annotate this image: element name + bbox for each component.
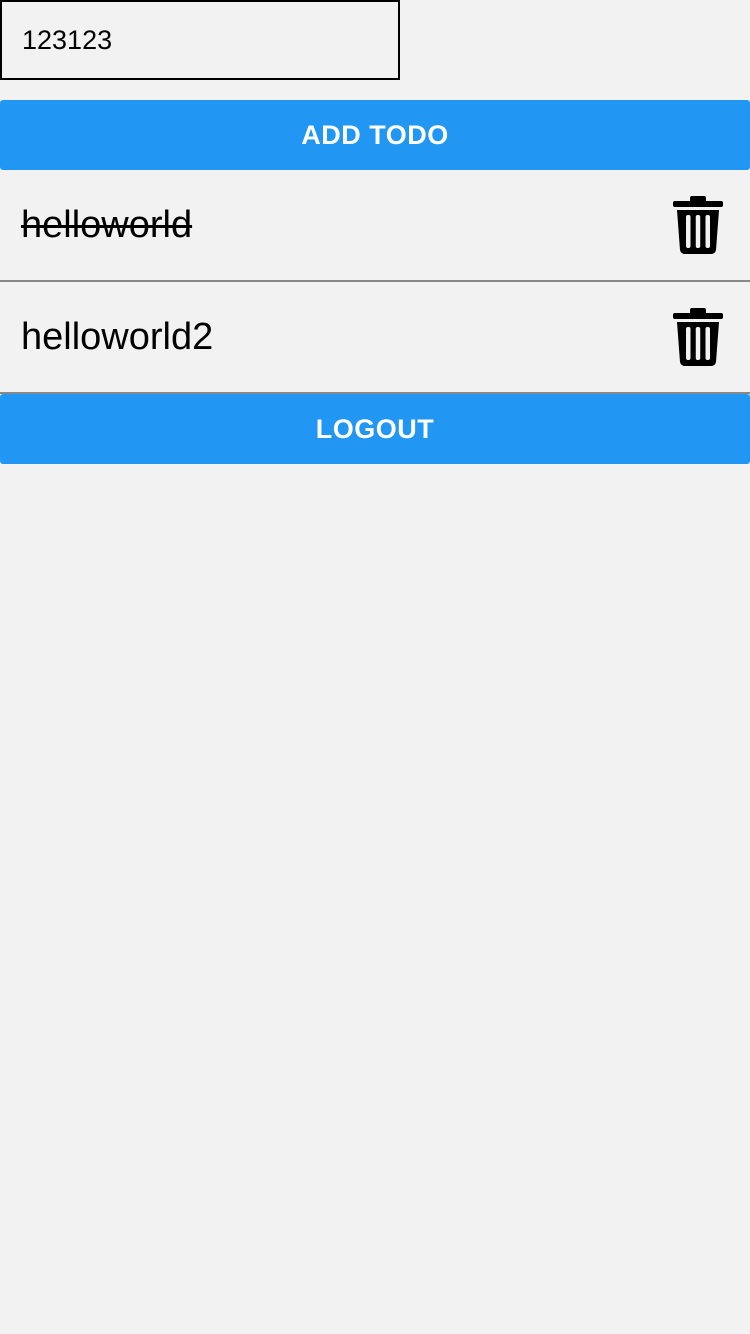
trash-icon[interactable] <box>672 196 724 254</box>
add-todo-button[interactable]: ADD TODO <box>0 100 750 170</box>
todo-item-text[interactable]: helloworld2 <box>21 282 213 392</box>
todo-item[interactable]: helloworld <box>0 170 750 282</box>
trash-icon[interactable] <box>672 308 724 366</box>
todo-list: helloworld helloworld2 <box>0 170 750 394</box>
todo-input[interactable] <box>0 0 400 80</box>
todo-item[interactable]: helloworld2 <box>0 282 750 394</box>
logout-button[interactable]: LOGOUT <box>0 394 750 464</box>
todo-item-text[interactable]: helloworld <box>21 170 192 280</box>
